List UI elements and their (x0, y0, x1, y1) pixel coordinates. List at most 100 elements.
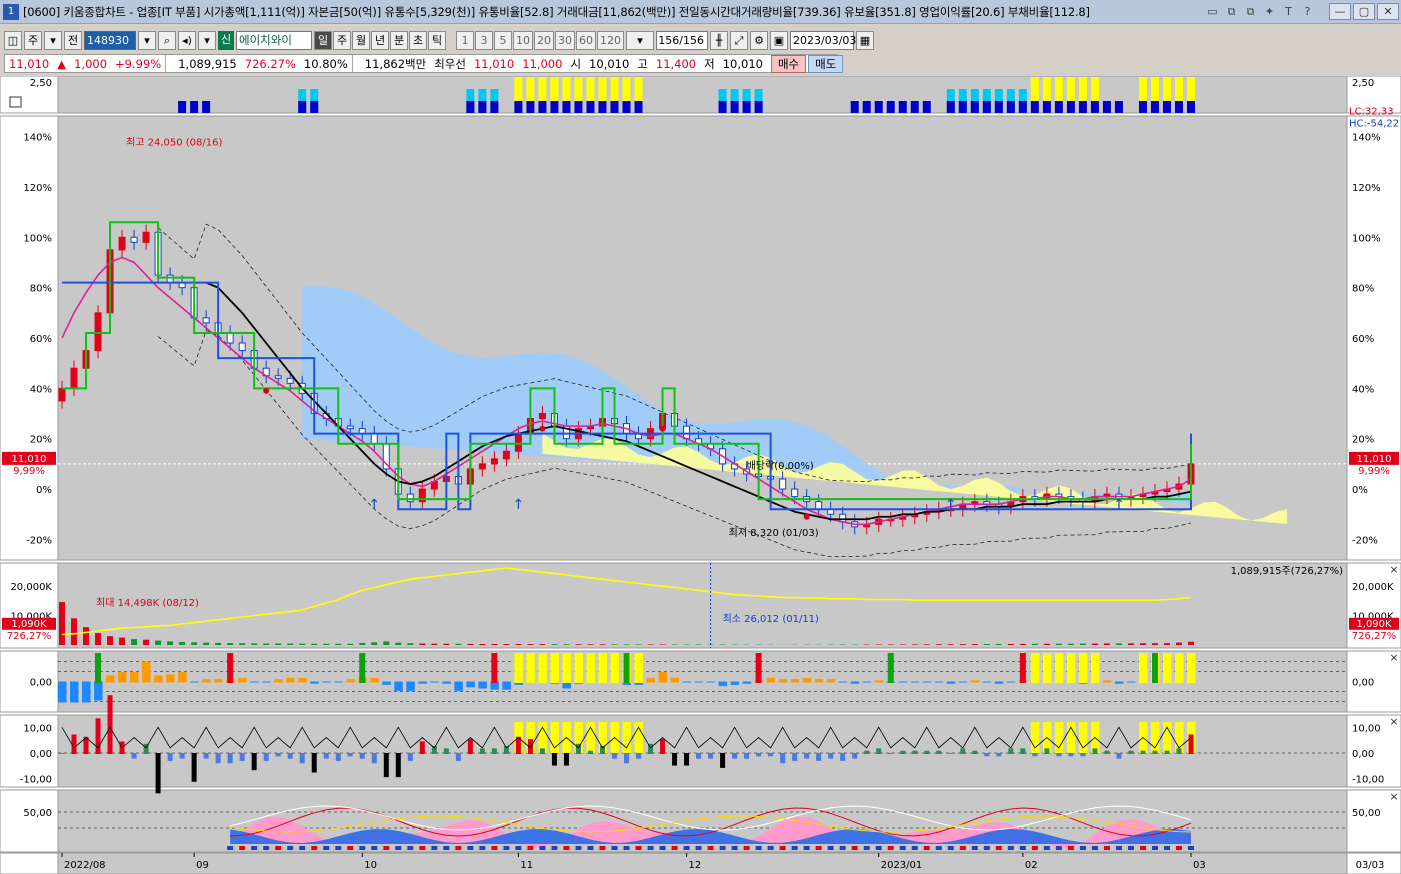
ind3-bottom-bar (263, 846, 270, 850)
prev-button[interactable]: 전 (64, 30, 82, 50)
save-icon[interactable]: ▣ (770, 30, 788, 50)
ind2-bar (1080, 753, 1086, 757)
volume-bar (191, 642, 198, 645)
signal-bar (1066, 101, 1075, 113)
signal-bar (742, 101, 751, 113)
best-label: 최우선 (434, 56, 466, 71)
ind1-area-bar (454, 681, 463, 691)
sell-signal-dot (263, 387, 270, 394)
x-axis-label: 11 (520, 860, 533, 871)
volume-bar (227, 643, 234, 645)
ind1-area-bar (910, 681, 920, 683)
ind1-area-bar (946, 681, 956, 684)
volume-bar (1127, 643, 1134, 645)
candle-type-icon[interactable]: ╫ (710, 30, 728, 50)
sound-icon[interactable]: ◂) (178, 30, 196, 50)
ind2-bar (828, 753, 834, 759)
ind2-signal-block (1066, 722, 1076, 753)
font-icon[interactable]: T (1281, 4, 1296, 19)
draw-tool-icon[interactable]: ⤢ (730, 30, 748, 50)
signal-bar (982, 101, 991, 113)
minimize-button[interactable]: — (1329, 3, 1351, 20)
ind1-area-bar (862, 681, 872, 683)
layout-icon[interactable]: ▭ (1205, 4, 1220, 19)
ind1-area-bar (250, 681, 259, 683)
chart-area[interactable]: 2,50 2,50 140% 140% 120% 120% 100% 100% 80% 80% 60… (0, 76, 1401, 874)
period-tab[interactable]: 년 (371, 30, 389, 50)
ind2-bar (1104, 750, 1110, 754)
minute-unit-button[interactable]: 3 (475, 30, 493, 50)
volume-bar (83, 627, 90, 645)
ind3-bottom-bar (683, 846, 690, 850)
window-number: 1 (3, 3, 19, 20)
current-price: 11,010 (9, 56, 50, 71)
maximize-button[interactable]: ▢ (1353, 3, 1375, 20)
stock-code-input[interactable]: 148930 (84, 30, 136, 50)
chevron-down-icon[interactable]: ▾ (44, 30, 62, 50)
ind2-bar (660, 739, 666, 754)
period-main-select[interactable]: 주 (24, 30, 42, 50)
ind3-bottom-bar (623, 846, 630, 850)
shin-badge[interactable]: 신 (218, 30, 234, 50)
window-icon[interactable]: ⧉ (1224, 4, 1239, 19)
volume-bar (1055, 643, 1062, 645)
ind1-area-bar (706, 681, 716, 683)
date-field[interactable]: 2023/03/03 (790, 30, 856, 50)
volume-bar (527, 644, 534, 645)
ind2-signal-block (1030, 722, 1040, 753)
hc-label: HC:-54,22 (1349, 119, 1399, 130)
stock-name-field[interactable]: 에이치와이 (236, 30, 312, 50)
pin-icon[interactable]: ✦ (1262, 4, 1277, 19)
close-button[interactable]: ✕ (1377, 3, 1399, 20)
ind1-signal-block (1174, 653, 1184, 683)
minute-unit-button[interactable]: 10 (513, 30, 533, 50)
buy-button[interactable]: 매수 (770, 54, 807, 73)
help-icon[interactable]: ? (1300, 4, 1315, 19)
chart-canvas[interactable]: 2,50 2,50140% 140%120% 120%100% 100%80% 80%60… (0, 76, 1401, 874)
ind2-bar (323, 753, 329, 759)
signal-bar (1150, 101, 1159, 113)
volume-bar (563, 644, 570, 645)
ind1-area-bar (730, 681, 740, 685)
minute-unit-button[interactable]: 20 (534, 30, 554, 50)
ind2-bar (1164, 750, 1170, 754)
sell-button[interactable]: 매도 (808, 54, 844, 73)
period-tab[interactable]: 월 (352, 30, 370, 50)
period-tab[interactable]: 일 (314, 30, 332, 50)
ind3-bottom-bar (539, 846, 546, 850)
duplicate-icon[interactable]: ⧉ (1243, 4, 1258, 19)
volume-min-annotation: 최소 26,012 (01/11) (723, 613, 819, 625)
period-tab[interactable]: 분 (390, 30, 408, 50)
volume-bar (623, 644, 630, 645)
period-tab[interactable]: 주 (333, 30, 351, 50)
title-tools: ▭ ⧉ ⧉ ✦ T ? (1205, 4, 1315, 19)
chevron-icon[interactable]: ▾ (198, 30, 216, 50)
calendar-icon[interactable]: ▦ (856, 30, 874, 50)
ind3-tick-right: 50,00 (1352, 808, 1381, 819)
bar-count[interactable]: 156/156 (656, 30, 708, 50)
unit-dropdown[interactable]: ▾ (626, 30, 654, 50)
minute-unit-button[interactable]: 120 (597, 30, 624, 50)
minute-unit-button[interactable]: 1 (456, 30, 474, 50)
ind2-bar (203, 753, 209, 759)
ind1-area-bar (658, 671, 668, 683)
code-dropdown-icon[interactable]: ▾ (138, 30, 156, 50)
minute-unit-button[interactable]: 5 (494, 30, 512, 50)
period-tab[interactable]: 틱 (428, 30, 446, 50)
period-tab[interactable]: 초 (409, 30, 427, 50)
minute-unit-button[interactable]: 30 (555, 30, 575, 50)
ind3-bottom-bar (251, 846, 258, 850)
settings-icon[interactable]: ⚙ (750, 30, 768, 50)
minute-unit-button[interactable]: 60 (576, 30, 596, 50)
layout-menu-icon[interactable]: ◫ (4, 30, 22, 50)
price-tick-left: 80% (30, 284, 52, 295)
ind2-bar (876, 748, 882, 754)
ind3-bottom-bar (563, 846, 570, 850)
volume-bar (1067, 643, 1074, 645)
ind1-area-bar (442, 681, 451, 684)
ind1-area-bar (478, 681, 487, 689)
signal-bar (970, 101, 979, 113)
volume-bar (107, 636, 114, 645)
search-icon[interactable]: ⌕ (158, 30, 176, 50)
signal-bar (1042, 101, 1051, 113)
